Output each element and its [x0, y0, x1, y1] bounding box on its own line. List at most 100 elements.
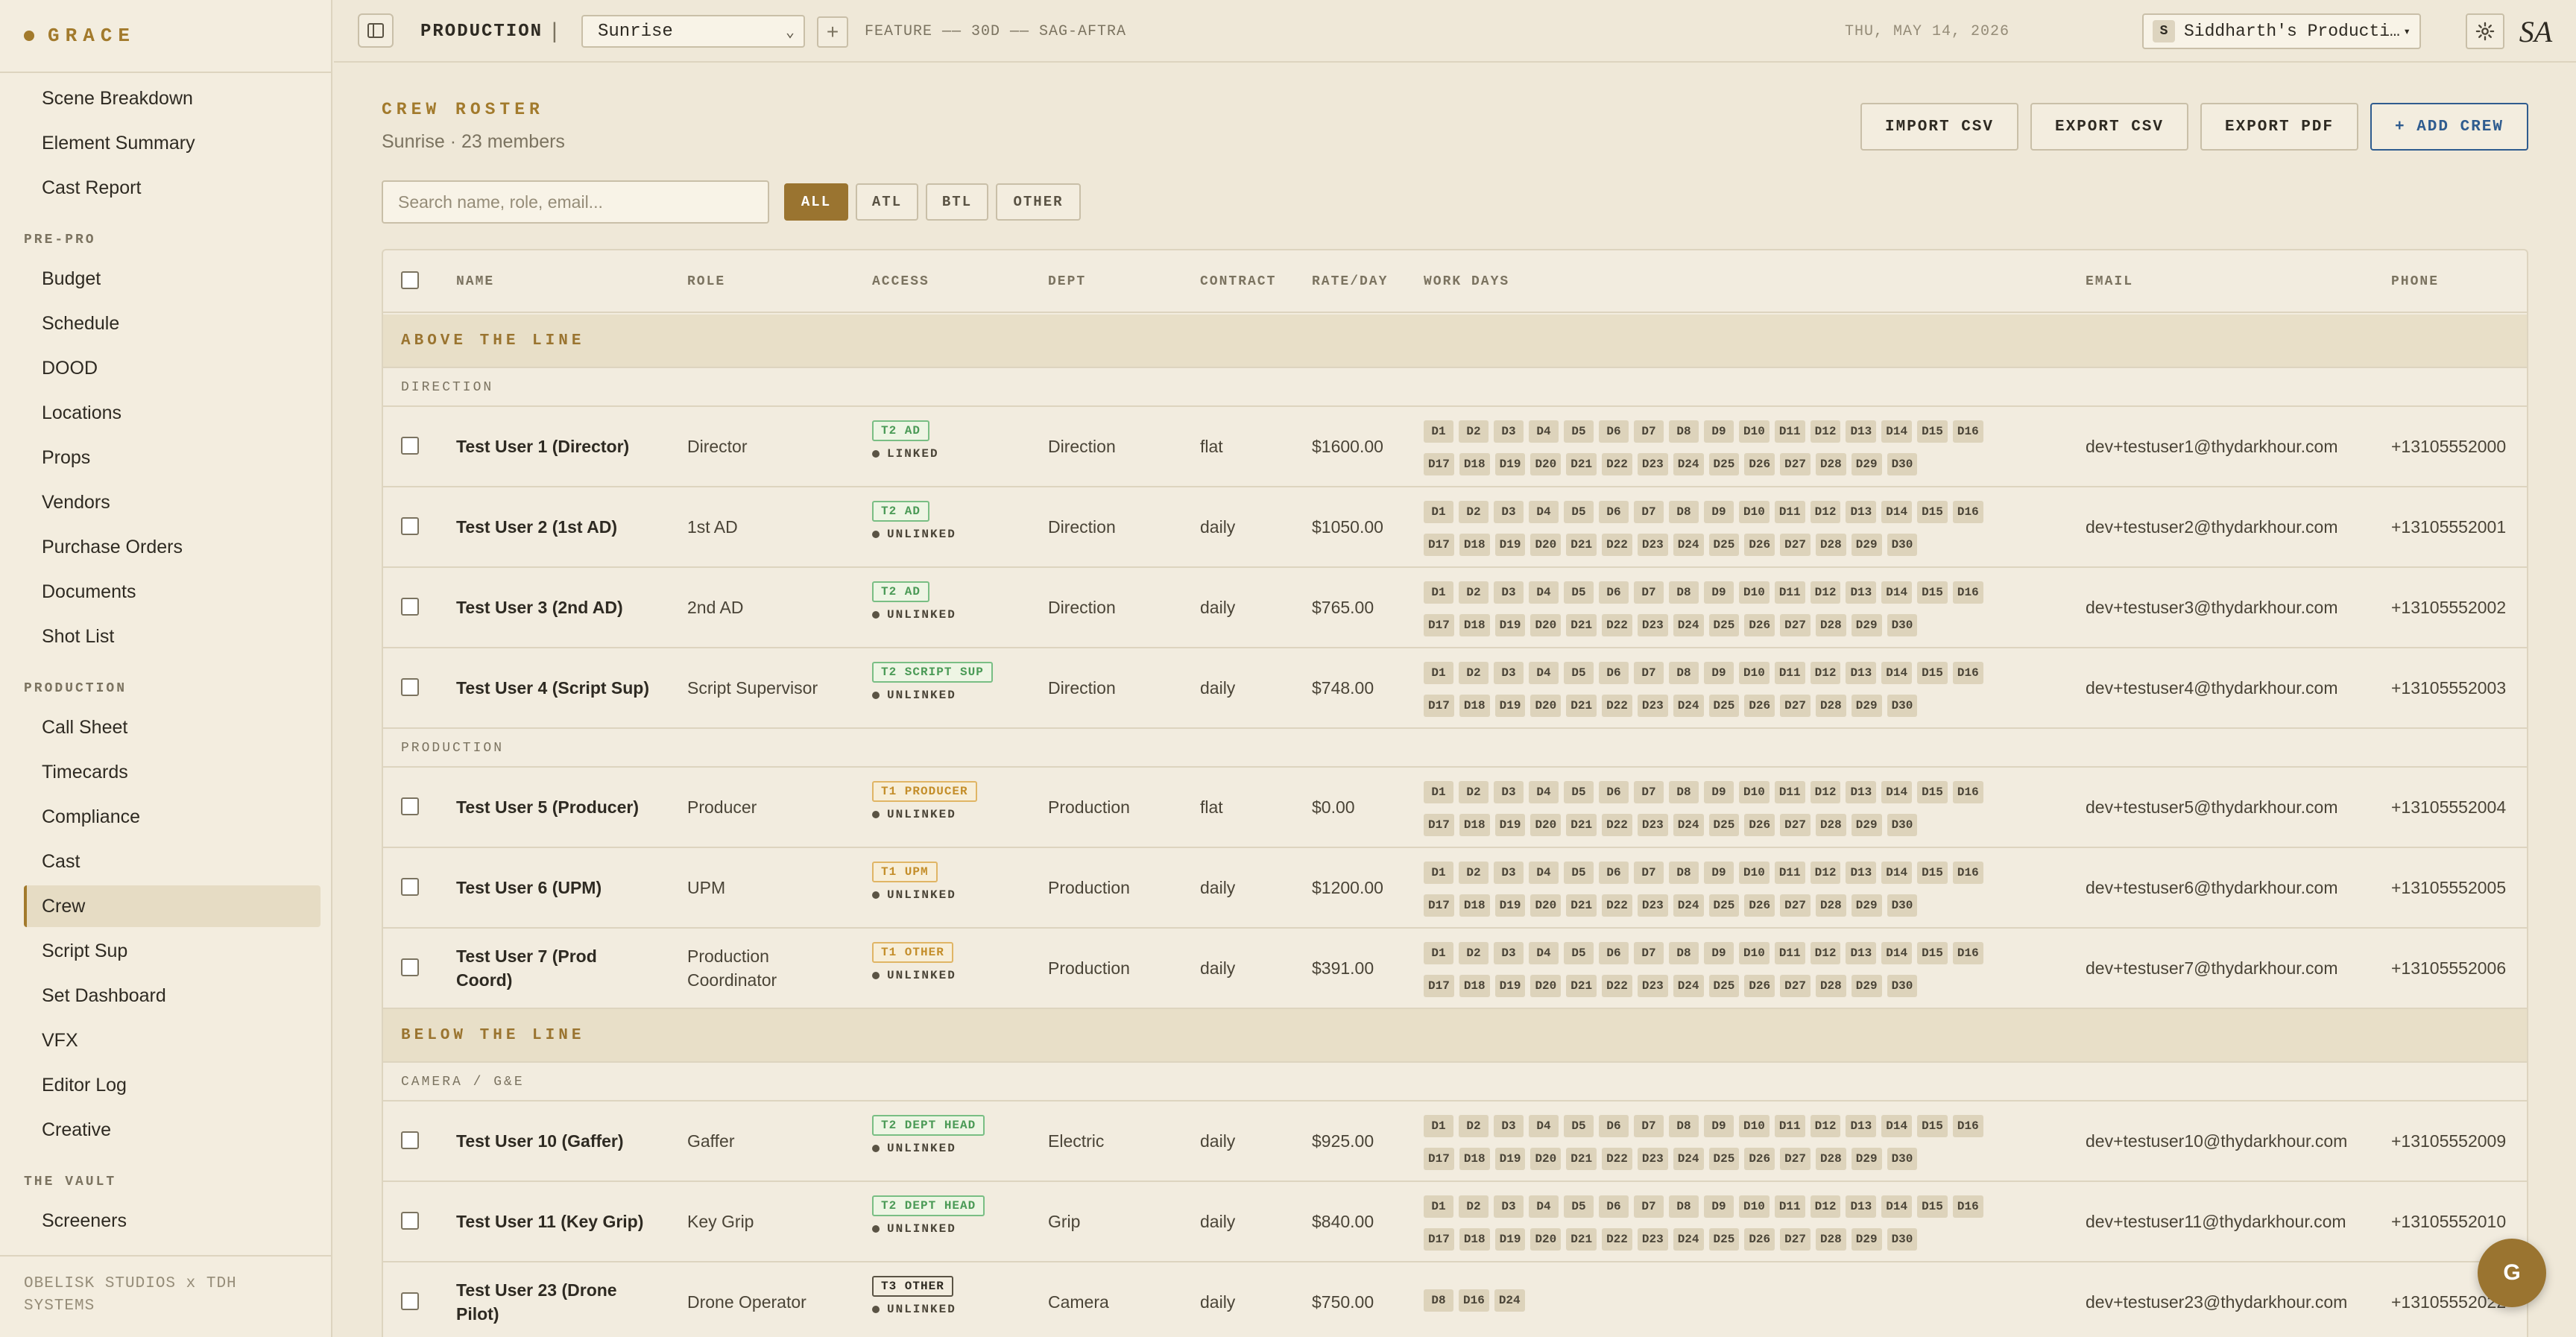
work-day-chip[interactable]: D19: [1494, 894, 1526, 917]
work-day-chip[interactable]: D15: [1917, 942, 1948, 964]
work-day-chip[interactable]: D8: [1669, 1115, 1699, 1137]
sidebar-item-cast-report[interactable]: Cast Report: [24, 167, 321, 209]
work-day-chip[interactable]: D23: [1637, 1228, 1668, 1251]
work-day-chip[interactable]: D15: [1917, 1195, 1948, 1218]
sidebar-item-documents[interactable]: Documents: [24, 571, 321, 613]
work-day-chip[interactable]: D17: [1424, 894, 1454, 917]
access-badge[interactable]: T3 OTHER: [872, 1276, 953, 1297]
work-day-chip[interactable]: D19: [1494, 814, 1526, 836]
work-day-chip[interactable]: D14: [1881, 1115, 1913, 1137]
work-day-chip[interactable]: D8: [1669, 420, 1699, 443]
work-day-chip[interactable]: D8: [1669, 662, 1699, 684]
work-day-chip[interactable]: D9: [1704, 662, 1734, 684]
access-badge[interactable]: T1 OTHER: [872, 942, 953, 963]
work-day-chip[interactable]: D21: [1566, 453, 1597, 475]
work-day-chip[interactable]: D8: [1669, 1195, 1699, 1218]
work-day-chip[interactable]: D23: [1637, 453, 1668, 475]
work-day-chip[interactable]: D9: [1704, 1115, 1734, 1137]
work-day-chip[interactable]: D11: [1774, 942, 1805, 964]
row-checkbox[interactable]: [401, 1212, 419, 1230]
work-day-chip[interactable]: D21: [1566, 534, 1597, 556]
work-day-chip[interactable]: D23: [1637, 695, 1668, 717]
work-day-chip[interactable]: D21: [1566, 1148, 1597, 1170]
work-day-chip[interactable]: D3: [1494, 862, 1524, 884]
work-day-chip[interactable]: D16: [1459, 1289, 1489, 1312]
work-day-chip[interactable]: D7: [1634, 781, 1664, 803]
work-day-chip[interactable]: D25: [1708, 1228, 1740, 1251]
work-day-chip[interactable]: D25: [1708, 814, 1740, 836]
work-day-chip[interactable]: D8: [1424, 1289, 1453, 1312]
work-day-chip[interactable]: D9: [1704, 420, 1734, 443]
import-csv-button[interactable]: IMPORT CSV: [1860, 103, 2018, 151]
header-work-days[interactable]: WORK DAYS: [1424, 250, 1509, 313]
work-day-chip[interactable]: D27: [1780, 1228, 1811, 1251]
work-day-chip[interactable]: D12: [1810, 662, 1841, 684]
header-contract[interactable]: CONTRACT: [1200, 250, 1276, 313]
work-day-chip[interactable]: D29: [1851, 894, 1882, 917]
work-day-chip[interactable]: D26: [1744, 453, 1775, 475]
row-checkbox[interactable]: [401, 1131, 419, 1149]
work-day-chip[interactable]: D3: [1494, 1195, 1524, 1218]
work-day-chip[interactable]: D12: [1810, 942, 1841, 964]
work-day-chip[interactable]: D26: [1744, 695, 1775, 717]
work-day-chip[interactable]: D27: [1780, 975, 1811, 997]
work-day-chip[interactable]: D17: [1424, 975, 1454, 997]
work-day-chip[interactable]: D19: [1494, 534, 1526, 556]
work-day-chip[interactable]: D4: [1529, 1195, 1559, 1218]
table-row[interactable]: Test User 11 (Key Grip) Key Grip T2 DEPT H…: [383, 1182, 2527, 1262]
work-day-chip[interactable]: D6: [1599, 1115, 1629, 1137]
work-day-chip[interactable]: D20: [1530, 894, 1562, 917]
work-day-chip[interactable]: D24: [1673, 975, 1704, 997]
table-row[interactable]: Test User 23 (Drone Pilot) Drone Operator…: [383, 1262, 2527, 1337]
work-day-chip[interactable]: D14: [1881, 420, 1913, 443]
work-day-chip[interactable]: D5: [1564, 942, 1594, 964]
work-day-chip[interactable]: D20: [1530, 1228, 1562, 1251]
work-day-chip[interactable]: D26: [1744, 614, 1775, 636]
work-day-chip[interactable]: D17: [1424, 1228, 1454, 1251]
work-day-chip[interactable]: D11: [1774, 1195, 1805, 1218]
work-day-chip[interactable]: D23: [1637, 1148, 1668, 1170]
work-day-chip[interactable]: D30: [1887, 695, 1918, 717]
work-day-chip[interactable]: D25: [1708, 534, 1740, 556]
work-day-chip[interactable]: D16: [1952, 501, 1983, 523]
work-day-chip[interactable]: D1: [1424, 781, 1453, 803]
work-day-chip[interactable]: D8: [1669, 581, 1699, 604]
table-row[interactable]: Test User 1 (Director) Director T2 AD LINKE…: [383, 407, 2527, 487]
sidebar-item-compliance[interactable]: Compliance: [24, 796, 321, 838]
work-day-chip[interactable]: D26: [1744, 534, 1775, 556]
sidebar-item-dood[interactable]: DOOD: [24, 347, 321, 389]
work-day-chip[interactable]: D17: [1424, 695, 1454, 717]
access-badge[interactable]: T2 DEPT HEAD: [872, 1195, 985, 1216]
work-day-chip[interactable]: D11: [1774, 1115, 1805, 1137]
sidebar-item-shot-list[interactable]: Shot List: [24, 616, 321, 657]
work-day-chip[interactable]: D17: [1424, 453, 1454, 475]
work-day-chip[interactable]: D5: [1564, 1195, 1594, 1218]
sidebar-item-budget[interactable]: Budget: [24, 258, 321, 300]
work-day-chip[interactable]: D28: [1815, 534, 1846, 556]
work-day-chip[interactable]: D17: [1424, 534, 1454, 556]
work-day-chip[interactable]: D12: [1810, 1115, 1841, 1137]
work-day-chip[interactable]: D25: [1708, 614, 1740, 636]
work-day-chip[interactable]: D26: [1744, 1148, 1775, 1170]
work-day-chip[interactable]: D3: [1494, 781, 1524, 803]
work-day-chip[interactable]: D11: [1774, 420, 1805, 443]
sidebar-item-creative[interactable]: Creative: [24, 1109, 321, 1151]
work-day-chip[interactable]: D30: [1887, 894, 1918, 917]
work-day-chip[interactable]: D25: [1708, 1148, 1740, 1170]
work-day-chip[interactable]: D12: [1810, 501, 1841, 523]
work-day-chip[interactable]: D23: [1637, 534, 1668, 556]
work-day-chip[interactable]: D21: [1566, 614, 1597, 636]
work-day-chip[interactable]: D6: [1599, 942, 1629, 964]
sidebar-item-cast[interactable]: Cast: [24, 841, 321, 882]
work-day-chip[interactable]: D24: [1673, 534, 1704, 556]
header-email[interactable]: EMAIL: [2086, 250, 2133, 313]
add-project-button[interactable]: +: [817, 16, 848, 48]
work-day-chip[interactable]: D2: [1459, 662, 1489, 684]
work-day-chip[interactable]: D1: [1424, 1115, 1453, 1137]
work-day-chip[interactable]: D23: [1637, 894, 1668, 917]
work-day-chip[interactable]: D17: [1424, 814, 1454, 836]
work-day-chip[interactable]: D14: [1881, 501, 1913, 523]
work-day-chip[interactable]: D24: [1673, 614, 1704, 636]
work-day-chip[interactable]: D29: [1851, 1148, 1882, 1170]
work-day-chip[interactable]: D16: [1952, 420, 1983, 443]
